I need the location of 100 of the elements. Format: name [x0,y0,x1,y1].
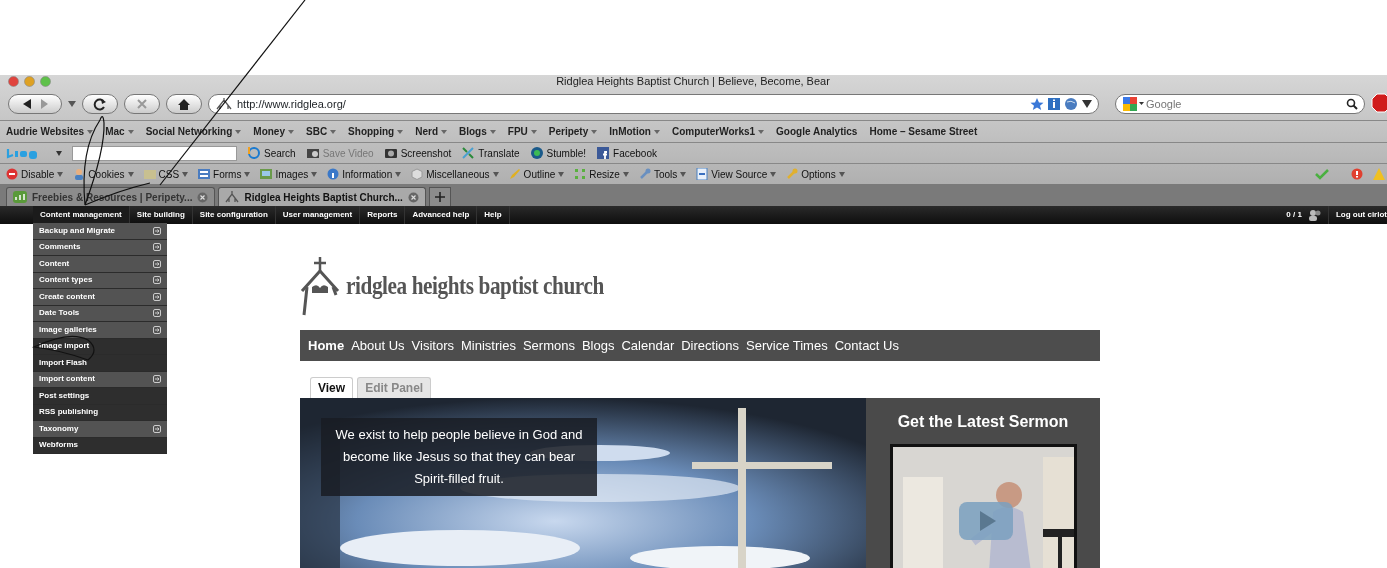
toolbar-button[interactable]: Resize [574,166,629,182]
pencil-icon [508,168,521,180]
home-button[interactable] [166,94,202,114]
form-icon [198,168,211,180]
sidebar-heading: Get the Latest Sermon [897,412,1069,432]
warning-icon [1373,168,1385,180]
source-icon [696,168,709,180]
bookmark-item[interactable]: Mac [105,124,134,139]
toolbar-button[interactable]: Images [260,166,318,182]
bookmark-item[interactable]: Home – Sesame Street [869,124,978,139]
submenu-arrow-icon [153,424,161,433]
browser-tab[interactable]: Ridglea Heights Baptist Church... [218,187,426,206]
mission-statement: We exist to help people believe in God and become like Jesus so that they can bear Spirit-filled fruit. [321,418,597,496]
plus-icon [434,192,445,202]
close-icon[interactable] [407,191,419,203]
dropdown-menu-item[interactable]: Backup and Migrate [33,223,167,240]
dropdown-arrow-icon[interactable] [56,150,62,156]
facebook-icon [596,146,611,160]
nav-link[interactable]: Ministries [461,335,516,356]
toolbar-button[interactable]: Forms [198,166,251,182]
admin-menu-item[interactable]: User management [275,206,361,224]
resize-icon [574,168,587,180]
bookmark-item[interactable]: FPU [507,124,537,139]
css-icon [143,168,156,180]
nav-link[interactable]: Visitors [411,335,454,356]
nav-link[interactable]: Sermons [522,335,575,356]
nav-link[interactable]: Service Times [746,335,828,356]
toolbar-button[interactable]: View Source [696,166,777,182]
close-icon[interactable] [197,191,209,203]
user-count: 0 / 1 [1286,209,1302,221]
play-icon[interactable] [957,501,1014,541]
toolbar-button[interactable]: Miscellaneous [411,166,499,182]
new-tab-button[interactable] [428,187,451,206]
google-icon [1122,96,1144,112]
dropdown-menu-item[interactable]: Create content [33,289,167,306]
wrench-icon [638,168,651,180]
nav-link[interactable]: About Us [351,335,405,356]
toolbar-button[interactable]: Stumble! [529,145,587,161]
search-field[interactable]: Google [1144,94,1346,114]
submenu-arrow-icon [153,243,161,252]
dropdown-menu-item[interactable]: Post settings [33,388,167,405]
nav-link[interactable]: Calendar [621,335,675,356]
nav-link[interactable]: Blogs [581,335,615,356]
disabled-toolbar-label: Save Video [305,145,374,161]
bookmark-item[interactable]: ComputerWorks1 [671,124,765,139]
admin-menu-item[interactable]: Content management [33,206,130,224]
submenu-arrow-icon [153,226,161,235]
bookmark-item[interactable]: InMotion [609,124,660,139]
submenu-arrow-icon [153,375,161,384]
stumble-icon [529,146,544,160]
disable-icon [6,168,18,180]
chart-icon [13,191,27,203]
bookmark-item[interactable]: Blogs [459,124,496,139]
admin-menu-item[interactable]: Help [477,206,510,224]
search-field[interactable] [72,145,237,161]
admin-menu-item[interactable]: Reports [360,206,406,224]
submenu-arrow-icon [153,259,161,268]
toolbar-button[interactable]: Options [786,166,845,182]
bookmark-item[interactable]: Money [253,124,294,139]
translate-icon [461,146,476,160]
toolbar-button[interactable]: Screenshot [383,145,452,161]
stop-button[interactable] [124,94,160,114]
admin-menu-item[interactable]: Site configuration [192,206,276,224]
site-icon [225,191,240,203]
stop-sign-icon[interactable] [1371,93,1387,115]
toolbar-button[interactable]: Outline [508,166,565,182]
toolbar-button[interactable]: Translate [461,145,520,161]
toolbar-button[interactable]: Tools [638,166,687,182]
dropdown-menu-item[interactable]: Content [33,256,167,273]
cube-icon [411,168,424,180]
nav-link[interactable]: Home [308,335,345,356]
users-icon [1307,209,1322,221]
close-button[interactable] [8,76,19,87]
error-icon [1351,168,1363,180]
bookmark-item[interactable]: SBC [306,124,337,139]
page-tab[interactable]: View [310,377,354,398]
toolbar-button[interactable]: Search [247,145,296,161]
bookmark-item[interactable]: Nerd [415,124,447,139]
logout-link[interactable]: Log out cirlot [1327,206,1387,224]
reload-button[interactable] [82,94,118,114]
dropdown-menu-item[interactable]: Import Flash [33,355,167,372]
search-icon [247,146,261,160]
nav-link[interactable]: Directions [681,335,740,356]
toolbar-button[interactable]: Disable [6,166,64,182]
bookmark-item[interactable]: Shopping [348,124,404,139]
search-box[interactable]: Google [1115,94,1365,114]
toolbar-button[interactable]: Information [327,166,402,182]
toolbar-button[interactable]: Facebook [596,145,657,161]
site-logo-text: ridglea heights baptist church [346,271,604,302]
nav-link[interactable]: Contact Us [834,335,899,356]
admin-menu-item[interactable]: Advanced help [405,206,478,224]
submenu-arrow-icon [153,309,161,318]
info-icon [327,168,340,180]
back-forward-button[interactable] [8,94,62,114]
image-icon [260,168,273,180]
bookmark-item[interactable]: Google Analytics [776,124,858,139]
dropdown-menu-item[interactable]: Taxonomy [33,421,167,438]
bookmark-item[interactable]: Peripety [548,124,598,139]
dropdown-menu-item[interactable]: Image galleries [33,322,167,339]
bookmark-item[interactable]: Audrie Websites [6,124,94,139]
